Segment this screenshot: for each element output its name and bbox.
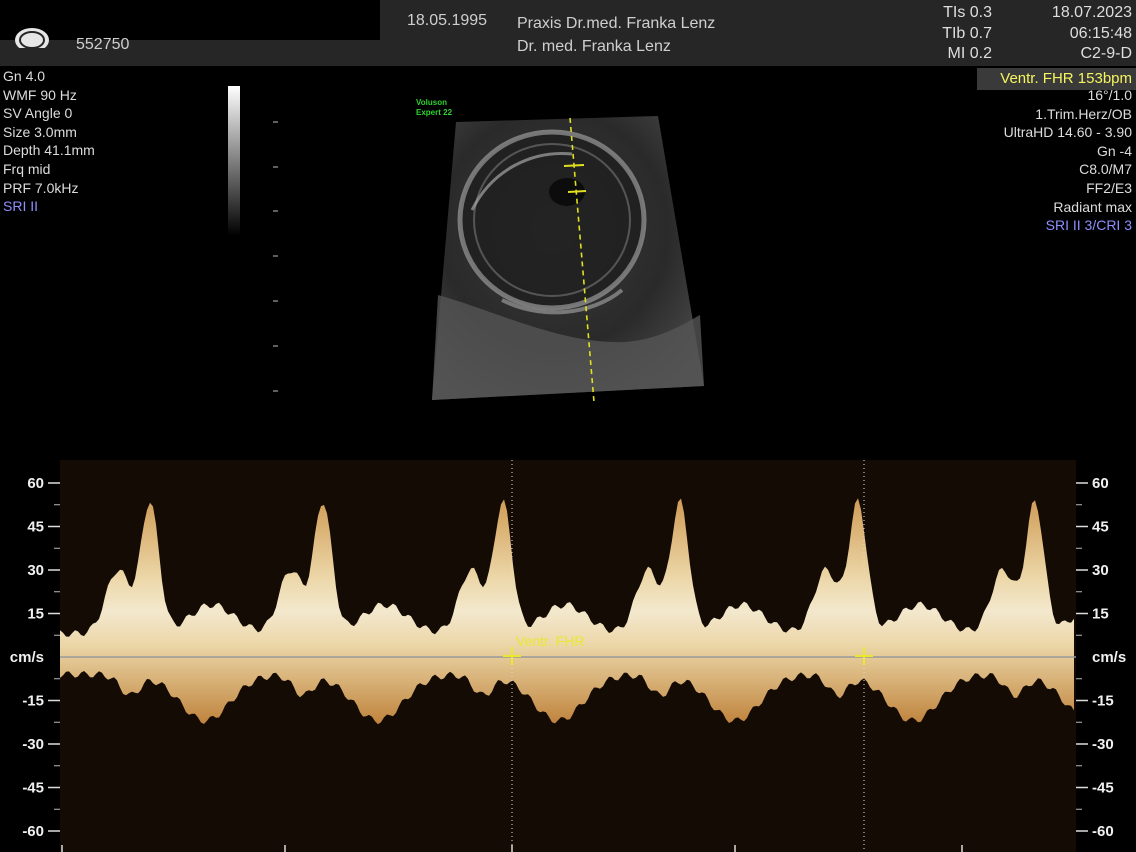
axis-label: 30	[27, 562, 44, 579]
param-map: C8.0/M7	[1079, 161, 1132, 178]
mi-value: MI 0.2	[947, 45, 992, 62]
param-preset: 1.Trim.Herz/OB	[1035, 105, 1132, 122]
axis-label: -15	[1092, 693, 1114, 710]
doppler-spectrum: 60 45 30 15 cm/s -15 -30 -45 -60 60 45 30 15 cm/s -15…	[10, 460, 1126, 852]
axis-label: 45	[1092, 519, 1109, 536]
ultrasound-bmode-image	[432, 116, 704, 403]
voluson-brand: Voluson	[416, 98, 447, 107]
axis-label: 45	[27, 519, 44, 536]
param-gain: Gn 4.0	[3, 68, 46, 84]
param-size: Size 3.0mm	[3, 123, 77, 140]
param-angle: 16°/1.0	[1087, 87, 1132, 103]
patient-birthdate: 18.05.1995	[407, 12, 488, 29]
velocity-axis-right: 60 45 30 15 cm/s -15 -30 -45 -60	[1076, 475, 1126, 840]
param-sri-cri: SRI II 3/CRI 3	[1045, 217, 1132, 234]
doppler-parameters: Gn 4.0 WMF 90 Hz SV Angle 0 Size 3.0mm D…	[3, 67, 95, 216]
ge-logo-icon	[15, 28, 49, 48]
axis-label: 15	[1092, 606, 1109, 623]
exam-date: 18.07.2023	[1051, 4, 1132, 21]
imaging-parameters: 16°/1.0 1.Trim.Herz/OB UltraHD 14.60 - 3…	[1004, 86, 1132, 235]
param-radiant: Radiant max	[1053, 198, 1132, 215]
exam-time: 06:15:48	[1069, 24, 1132, 42]
tib-value: TIb 0.7	[942, 24, 992, 42]
axis-label: -30	[22, 736, 44, 753]
param-sri: SRI II	[3, 198, 39, 215]
exam-datetime: 18.07.2023 06:15:48 C2-9-D	[1000, 3, 1132, 65]
axis-label: 60	[27, 475, 44, 492]
axis-label: -30	[1092, 736, 1114, 753]
axis-label: -45	[1092, 780, 1114, 797]
clinic-name: Praxis Dr.med. Franka Lenz	[517, 15, 716, 32]
safety-indices: TIs 0.3 TIb 0.7 MI 0.2	[932, 3, 992, 65]
physician-name: Dr. med. Franka Lenz	[517, 38, 671, 55]
param-ff: FF2/E3	[1086, 179, 1132, 196]
grayscale-bar	[228, 86, 240, 236]
axis-label: 30	[1092, 562, 1109, 579]
param-ultrahd: UltraHD 14.60 - 3.90	[1003, 124, 1132, 141]
fhr-marker-label: Ventr. FHR	[516, 633, 584, 649]
patient-id: 552750	[76, 36, 130, 53]
param-prf: PRF 7.0kHz	[3, 179, 79, 196]
depth-scale	[273, 121, 278, 392]
axis-label: cm/s	[10, 649, 44, 666]
param-depth: Depth 41.1mm	[3, 142, 95, 159]
param-sv-angle: SV Angle 0	[3, 105, 73, 122]
velocity-axis-left: 60 45 30 15 cm/s -15 -30 -45 -60	[10, 475, 60, 840]
patient-name-box	[0, 0, 380, 40]
param-wmf: WMF 90 Hz	[3, 86, 77, 103]
axis-label: cm/s	[1092, 649, 1126, 666]
axis-label: -15	[22, 693, 44, 710]
axis-label: 15	[27, 606, 44, 623]
axis-label: -45	[22, 780, 44, 797]
param-2d-gain: Gn -4	[1096, 142, 1132, 159]
param-frequency: Frq mid	[3, 160, 51, 177]
axis-label: 60	[1092, 475, 1109, 492]
axis-label: -60	[1092, 823, 1114, 840]
tis-value: TIs 0.3	[943, 4, 992, 21]
clinic-info: Praxis Dr.med. Franka Lenz Dr. med. Fran…	[517, 12, 715, 58]
fhr-value: Ventr. FHR 153bpm	[1000, 70, 1132, 87]
probe-name: C2-9-D	[1080, 45, 1132, 62]
axis-label: -60	[22, 823, 44, 840]
